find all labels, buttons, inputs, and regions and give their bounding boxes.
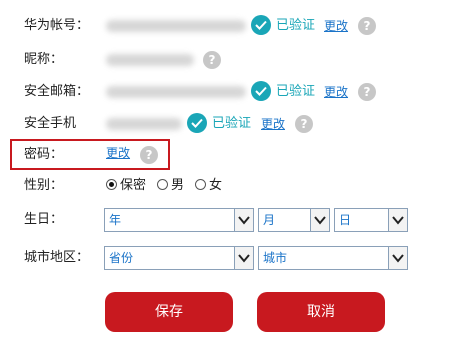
phone-help-icon[interactable]: ? xyxy=(295,115,313,133)
email-row: 安全邮箱： 已验证 更改 ? xyxy=(0,78,456,106)
phone-change-link[interactable]: 更改 xyxy=(261,110,285,138)
verified-check-icon xyxy=(251,81,271,101)
chevron-down-icon xyxy=(388,209,407,231)
birth-year-select[interactable]: 年 xyxy=(104,208,254,232)
nickname-label: 昵称： xyxy=(24,52,64,67)
birth-month-value: 月 xyxy=(263,213,276,227)
gender-label: 性别： xyxy=(24,178,64,193)
gender-radio-male[interactable] xyxy=(157,179,168,190)
chevron-down-icon xyxy=(310,209,329,231)
email-label: 安全邮箱： xyxy=(24,84,90,99)
save-button[interactable]: 保存 xyxy=(105,292,233,332)
nickname-help-icon[interactable]: ? xyxy=(203,51,221,69)
birthday-row: 生日： 年 月 日 xyxy=(0,206,456,234)
birth-month-select[interactable]: 月 xyxy=(258,208,330,232)
phone-verified-text: 已验证 xyxy=(212,116,252,131)
birthday-label: 生日： xyxy=(24,212,64,227)
phone-row: 安全手机 已验证 更改 ? xyxy=(0,110,456,138)
nickname-value-blurred xyxy=(106,54,194,66)
region-label: 城市地区： xyxy=(24,250,90,265)
account-value-blurred xyxy=(106,20,246,32)
gender-option-male[interactable]: 男 xyxy=(171,172,184,200)
password-help-icon[interactable]: ? xyxy=(140,146,158,164)
email-help-icon[interactable]: ? xyxy=(358,83,376,101)
chevron-down-icon xyxy=(234,209,253,231)
city-value: 城市 xyxy=(263,251,288,265)
region-row: 城市地区： 省份 城市 xyxy=(0,244,456,272)
email-verified-text: 已验证 xyxy=(276,84,316,99)
password-change-link[interactable]: 更改 xyxy=(106,139,130,167)
city-select[interactable]: 城市 xyxy=(258,246,408,270)
gender-row: 性别： 保密 男 女 xyxy=(0,172,456,200)
account-row: 华为帐号： 已验证 更改 ? xyxy=(0,12,456,40)
phone-value-blurred xyxy=(106,118,182,130)
account-label: 华为帐号： xyxy=(24,18,90,33)
gender-option-secret[interactable]: 保密 xyxy=(120,172,146,200)
phone-label: 安全手机 xyxy=(24,116,77,131)
province-value: 省份 xyxy=(109,251,134,265)
chevron-down-icon xyxy=(388,247,407,269)
account-verified-text: 已验证 xyxy=(276,18,316,33)
verified-check-icon xyxy=(251,15,271,35)
birth-day-select[interactable]: 日 xyxy=(334,208,408,232)
nickname-row: 昵称： ? xyxy=(0,46,456,74)
chevron-down-icon xyxy=(234,247,253,269)
password-label: 密码： xyxy=(24,147,64,162)
cancel-button[interactable]: 取消 xyxy=(257,292,385,332)
verified-check-icon xyxy=(187,113,207,133)
gender-radio-secret[interactable] xyxy=(106,179,117,190)
birth-year-value: 年 xyxy=(109,213,122,227)
gender-radio-female[interactable] xyxy=(195,179,206,190)
account-change-link[interactable]: 更改 xyxy=(324,12,348,40)
email-value-blurred xyxy=(106,86,246,98)
birth-day-value: 日 xyxy=(339,213,352,227)
gender-option-female[interactable]: 女 xyxy=(209,172,222,200)
password-row: 密码： 更改 ? xyxy=(0,141,456,169)
email-change-link[interactable]: 更改 xyxy=(324,78,348,106)
account-help-icon[interactable]: ? xyxy=(358,17,376,35)
province-select[interactable]: 省份 xyxy=(104,246,254,270)
